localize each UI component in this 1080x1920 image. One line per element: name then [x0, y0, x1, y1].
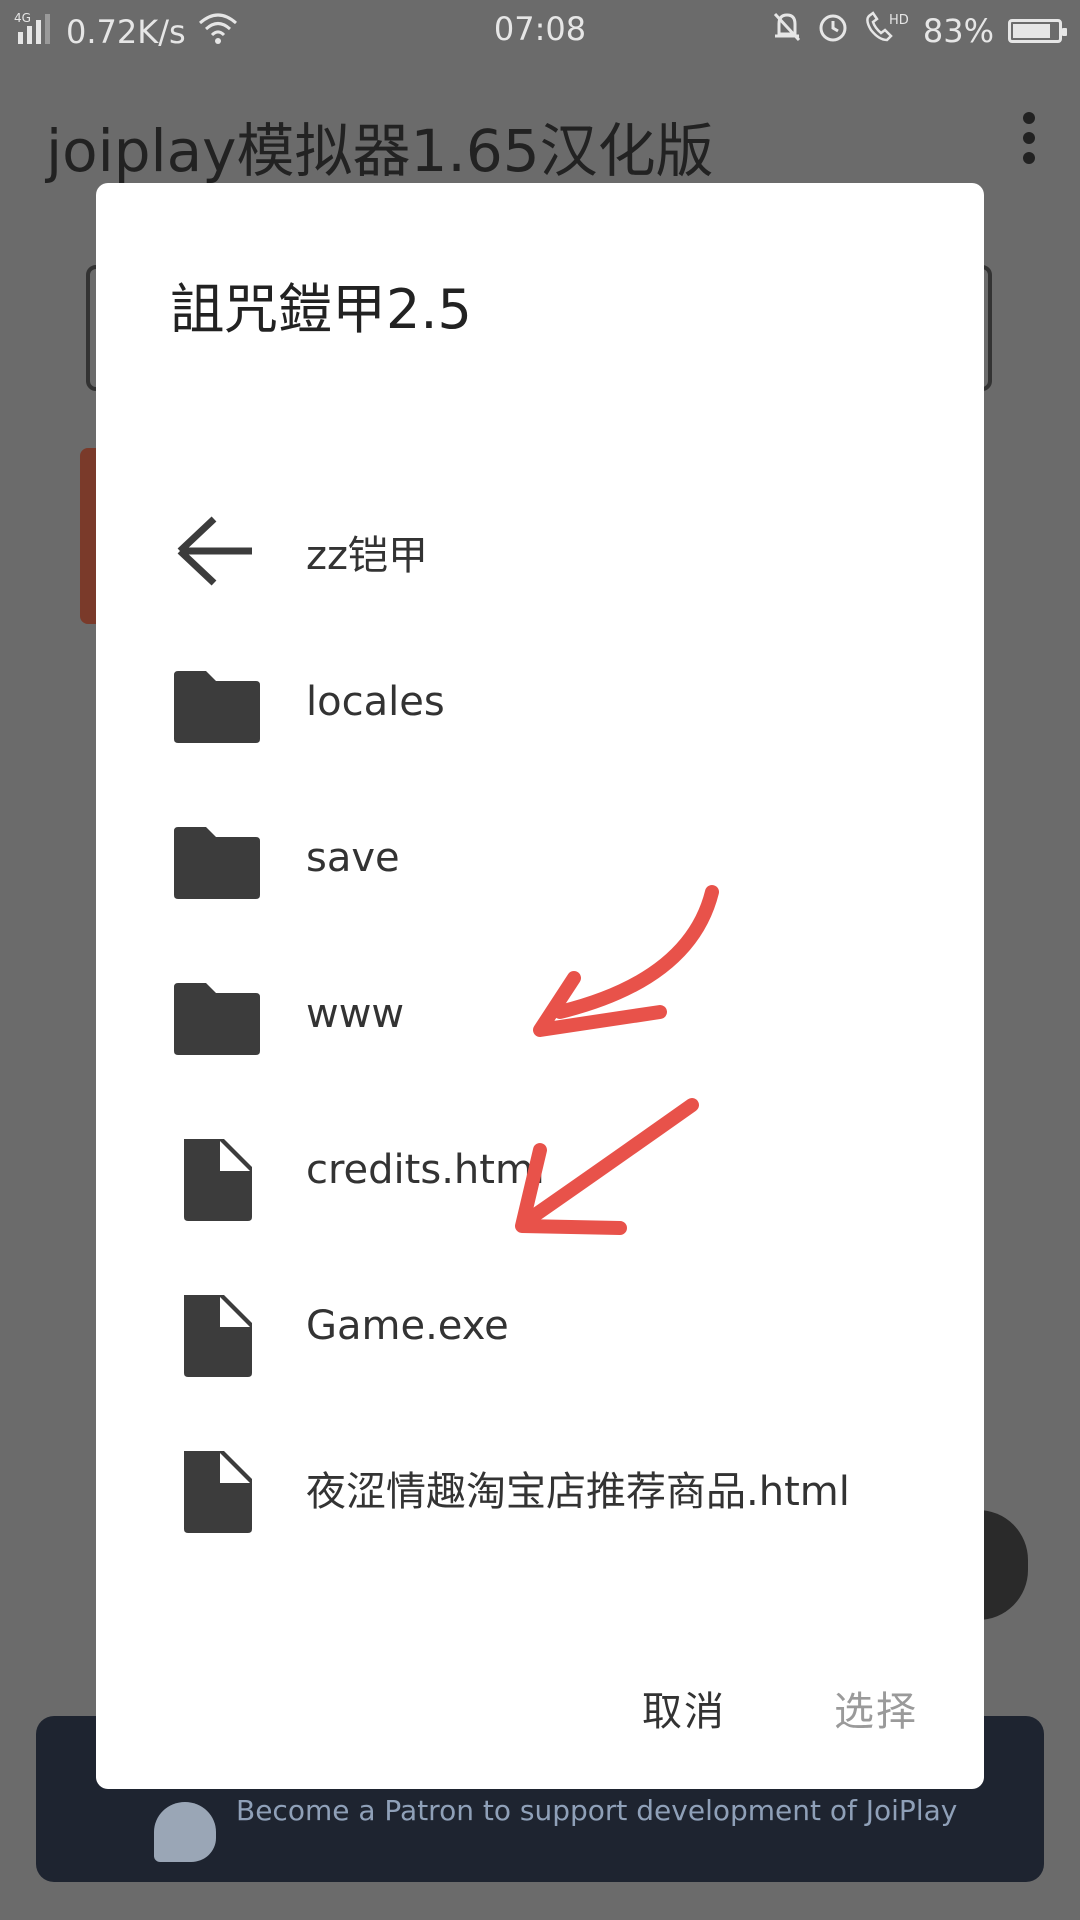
list-item-folder[interactable]: www [96, 941, 984, 1097]
folder-icon [170, 823, 262, 903]
file-icon [170, 1447, 262, 1533]
battery-percent: 83% [922, 12, 994, 50]
list-item-label: locales [306, 679, 445, 725]
list-item-label: credits.html [306, 1147, 546, 1193]
file-icon [170, 1135, 262, 1221]
battery-level [1013, 24, 1050, 38]
hd-call-icon: HD [863, 10, 909, 52]
list-item-label: zz铠甲 [306, 533, 428, 579]
cancel-button[interactable]: 取消 [642, 1679, 726, 1737]
folder-picker-dialog: 詛咒鎧甲2.5 zz铠甲 locales save www credits.ht… [96, 183, 984, 1789]
file-icon [170, 1291, 262, 1377]
list-item-label: www [306, 991, 405, 1037]
list-item-label: 夜涩情趣淘宝店推荐商品.html [306, 1469, 850, 1515]
status-right: HD 83% [771, 10, 1067, 52]
app-title: joiplay模拟器1.65汉化版 [46, 117, 714, 185]
dialog-actions: 取消 选择 [96, 1649, 984, 1789]
overflow-menu-icon[interactable] [1018, 112, 1040, 164]
svg-text:HD: HD [889, 13, 909, 28]
status-bar: 4G 0.72K/s 07:08 HD 83% [0, 0, 1080, 60]
list-item-file[interactable]: 夜涩情趣淘宝店推荐商品.html [96, 1409, 984, 1565]
folder-icon [170, 979, 262, 1059]
list-item-folder[interactable]: locales [96, 629, 984, 785]
alarm-icon [817, 10, 849, 52]
silent-bell-icon [771, 10, 803, 52]
battery-icon [1008, 19, 1067, 43]
dialog-title: 詛咒鎧甲2.5 [170, 278, 472, 341]
list-item-parent[interactable]: zz铠甲 [96, 473, 984, 629]
folder-icon [170, 667, 262, 747]
select-button[interactable]: 选择 [834, 1679, 918, 1737]
list-item-file[interactable]: credits.html [96, 1097, 984, 1253]
banner-text: Become a Patron to support development o… [236, 1794, 958, 1827]
arrow-back-icon [170, 511, 262, 591]
patreon-logo-icon [154, 1802, 216, 1862]
list-item-label: save [306, 835, 400, 881]
list-item-folder[interactable]: save [96, 785, 984, 941]
list-item-file[interactable]: Game.exe [96, 1253, 984, 1409]
list-item-label: Game.exe [306, 1303, 509, 1349]
